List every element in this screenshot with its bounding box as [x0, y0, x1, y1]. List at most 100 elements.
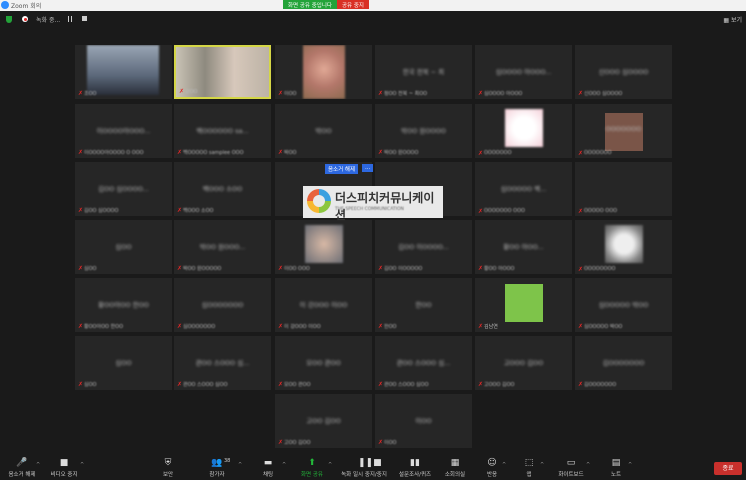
- participant-label-text: 심OOOOO 박OO: [584, 324, 623, 330]
- participant-label-text: 황OO 아OOO: [484, 266, 515, 272]
- share-caret-icon[interactable]: ^: [328, 462, 332, 468]
- participant-label-text: 이OO OOO: [284, 266, 310, 272]
- end-meeting-button[interactable]: 종료: [714, 462, 742, 475]
- video-options-caret-icon[interactable]: ^: [80, 462, 84, 468]
- share-screen-button[interactable]: ⬆ 화면 공유: [297, 458, 327, 478]
- participant-tile[interactable]: 박OO ✗ 박OO: [275, 104, 372, 158]
- chat-caret-icon[interactable]: ^: [282, 462, 286, 468]
- pause-recording-button[interactable]: ❚❚■ 녹화 일시 중지/중지: [336, 458, 392, 478]
- participant-tile[interactable]: 심OO ✗ 심OO: [75, 220, 172, 274]
- participant-tile[interactable]: ✗ 조OO: [75, 45, 172, 99]
- reactions-caret-icon[interactable]: ^: [502, 462, 506, 468]
- participant-tile[interactable]: ✗ 이OO: [275, 45, 372, 99]
- share-screen-label: 화면 공유: [301, 472, 323, 478]
- participant-label: ✗ 고OOO 김OO: [478, 381, 515, 389]
- notes-caret-icon[interactable]: ^: [628, 462, 632, 468]
- apps-button[interactable]: ⬚ 앱: [522, 458, 536, 478]
- participant-label-text: 심OOOO 아OOO: [484, 91, 523, 97]
- participant-tile[interactable]: 모OO 관OO ✗ 모OO 관OO: [275, 336, 372, 390]
- audio-options-caret-icon[interactable]: ^: [36, 462, 40, 468]
- participant-tile[interactable]: 백OOO 소OO ✗ 백OOO 소OO: [174, 162, 271, 216]
- participant-label: ✗ 관OO 스OOO 심OO: [378, 381, 429, 389]
- participant-tile[interactable]: ✗ 이OO OOO: [275, 220, 372, 274]
- participant-tile[interactable]: 이OO ✗ 이OO: [375, 394, 472, 448]
- mic-muted-icon: 🎤: [16, 458, 28, 468]
- security-button[interactable]: ⛨ 보안: [156, 458, 180, 478]
- participant-tile[interactable]: 박OO 원OOO... ✗ 박OO 원OOOOO: [174, 220, 271, 274]
- whiteboard-caret-icon[interactable]: ^: [586, 462, 590, 468]
- participant-tile[interactable]: 이OOOO아OOO... ✗ 이OOOO아OOOO O OOO: [75, 104, 172, 158]
- participants-caret-icon[interactable]: ^: [238, 462, 242, 468]
- mic-muted-icon: ✗: [78, 90, 84, 97]
- participant-name: 심OOOOO 백...: [500, 185, 547, 193]
- participant-label: ✗ 김남연: [478, 323, 498, 331]
- participant-label-text: 김OO 이OOOOO: [384, 266, 423, 272]
- participant-tile[interactable]: 황OO 아OO... ✗ 황OO 아OOO: [475, 220, 572, 274]
- participant-name: 황OO아OO 한OO: [98, 301, 149, 309]
- participant-tile[interactable]: 심OOOOO 백... ✗ OOOOOOO OOO: [475, 162, 572, 216]
- participant-tile[interactable]: 심OO ✗ 심OO: [75, 336, 172, 390]
- chat-button[interactable]: ▬ 채팅: [256, 458, 280, 478]
- mic-muted-icon: ✗: [478, 265, 484, 272]
- participant-tile[interactable]: 심OOOOO 박OO ✗ 심OOOOO 박OO: [575, 278, 672, 332]
- participant-tile[interactable]: ✗ OOOOOOOO: [575, 220, 672, 274]
- apps-label: 앱: [526, 472, 532, 478]
- whiteboard-button[interactable]: ▭ 화이트보드: [556, 458, 586, 478]
- stop-video-button[interactable]: ■ 비디오 중지: [46, 458, 82, 478]
- view-button[interactable]: ▦ 보기: [723, 15, 742, 24]
- participant-label: ✗ OOOOOOOO: [578, 266, 615, 272]
- whiteboard-label: 화이트보드: [558, 472, 584, 478]
- reactions-button[interactable]: ☺ 반응: [484, 458, 500, 478]
- more-options-button[interactable]: ...: [362, 164, 374, 172]
- participant-name: 백OOOOOO sa...: [196, 127, 249, 135]
- participant-name: 고OO 김OO: [306, 417, 341, 425]
- chat-icon: ▬: [263, 458, 273, 468]
- company-subtitle: THE SPEECH COMMUNICATION: [335, 207, 404, 212]
- participant-tile[interactable]: ✗ 김남연: [475, 278, 572, 332]
- participant-tile[interactable]: 심OOOOOOO ✗ 심OOOOOOO: [174, 278, 271, 332]
- notes-button[interactable]: ▤ 노트: [608, 458, 624, 478]
- unmute-popup-button[interactable]: 음소거 해제: [325, 164, 359, 174]
- participant-label: ✗ OOOOO OOO: [578, 208, 617, 214]
- participant-tile[interactable]: 김OO 심OOOO... ✗ 김OO 심OOOO: [75, 162, 172, 216]
- participant-tile[interactable]: 한OO ✗ 한OO: [375, 278, 472, 332]
- unmute-label: 음소거 해제: [8, 472, 36, 478]
- pause-recording-icon[interactable]: [68, 16, 72, 22]
- mic-muted-icon: ✗: [278, 381, 284, 388]
- participant-tile[interactable]: 고OO 김OO ✗ 고OO 김OO: [275, 394, 372, 448]
- stop-recording-icon[interactable]: [82, 16, 87, 21]
- participant-tile[interactable]: 이 강OOO 이OO ✗ 이 강OOO 이OO: [275, 278, 372, 332]
- participant-tile[interactable]: ✗ OOOOOOO: [475, 104, 572, 158]
- participant-tile[interactable]: 한국 전북 ~ 최 ✗ 정OO 전북 ~ 최OO: [375, 45, 472, 99]
- participant-label-text: 황OO아OO 한OO: [84, 324, 124, 330]
- participant-tile[interactable]: 백OOOOOO sa... ✗ 백OOOOO samplee OOO: [174, 104, 271, 158]
- participant-tile[interactable]: 박OO 원OOOO ✗ 박OO 원OOOO: [375, 104, 472, 158]
- apps-caret-icon[interactable]: ^: [540, 462, 544, 468]
- participant-name: 김OOOOOOO: [602, 359, 645, 367]
- participant-video: [505, 284, 543, 322]
- breakout-rooms-button[interactable]: ▦ 소회의실: [440, 458, 470, 478]
- participant-label-text: 고OOO 김OO: [484, 382, 515, 388]
- security-shield-icon[interactable]: [6, 16, 12, 23]
- unmute-button[interactable]: 🎤 음소거 해제: [4, 458, 40, 478]
- participant-tile[interactable]: 심OOOO 아OOO... ✗ 심OOOO 아OOO: [475, 45, 572, 99]
- participant-tile[interactable]: ✗ 강OO: [174, 45, 271, 99]
- share-status: 화면 공유 중입니다: [283, 0, 337, 9]
- participant-tile[interactable]: 김OOOOOOO ✗ 김OOOOOOO: [575, 336, 672, 390]
- participant-tile[interactable]: 관OO 스OOO 심... ✗ 관OO 스OOO 심OO: [375, 336, 472, 390]
- participant-name: 한국 전북 ~ 최: [402, 68, 445, 76]
- participant-tile[interactable]: 황OO아OO 한OO ✗ 황OO아OO 한OO: [75, 278, 172, 332]
- mic-muted-icon: ✗: [177, 323, 183, 330]
- mic-muted-icon: ✗: [78, 149, 84, 156]
- polls-bar-chart-icon: ▮▮: [410, 458, 420, 468]
- meeting-toolbar: 🎤 음소거 해제 ^ ■ 비디오 중지 ^ ⛨ 보안 👥 참가자 38 ^ ▬ …: [0, 455, 746, 480]
- stop-share-button[interactable]: 공유 중지: [336, 0, 369, 9]
- participant-tile[interactable]: 김OO 이OOOO... ✗ 김OO 이OOOOO: [375, 220, 472, 274]
- participant-tile[interactable]: OOOOOOO ✗ OOOOOOO: [575, 104, 672, 158]
- participant-tile[interactable]: 신OOO 심OOOO ✗ 신OOO 심OOOO: [575, 45, 672, 99]
- participant-tile[interactable]: 고OOO 김OO ✗ 고OOO 김OO: [475, 336, 572, 390]
- mic-muted-icon: ✗: [177, 265, 183, 272]
- participant-tile[interactable]: ✗ OOOOO OOO: [575, 162, 672, 216]
- participant-tile[interactable]: 관OO 스OOO 심... ✗ 관OO 스OOO 심OO: [174, 336, 271, 390]
- polls-button[interactable]: ▮▮ 설문조사/퀴즈: [396, 458, 434, 478]
